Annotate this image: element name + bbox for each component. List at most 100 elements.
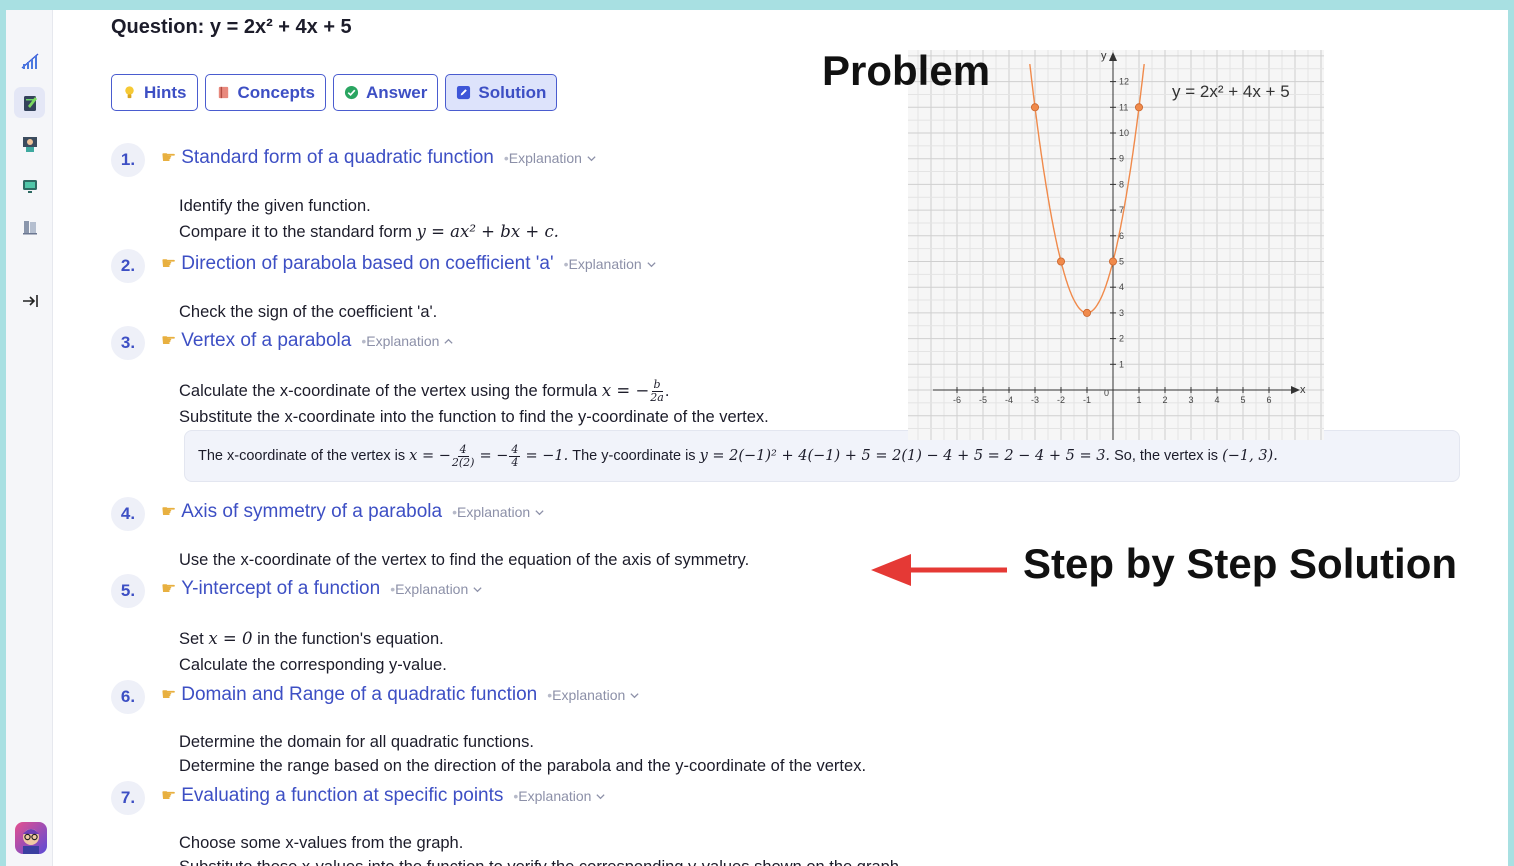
fraction: 44: [509, 442, 521, 469]
tab-solution[interactable]: Solution: [445, 74, 558, 111]
y-axis-label: y: [1101, 50, 1107, 62]
step-header[interactable]: ☛ Domain and Range of a quadratic functi…: [161, 684, 640, 706]
pointing-hand-icon: ☛: [161, 786, 177, 805]
step-title: Y-intercept of a function: [181, 578, 381, 599]
step-number: 5.: [111, 574, 145, 608]
step-number: 7.: [111, 781, 145, 815]
tick-label: 10: [1119, 128, 1129, 138]
data-point: [1082, 308, 1091, 317]
tab-answer[interactable]: Answer: [332, 74, 439, 111]
tab-concepts[interactable]: Concepts: [204, 74, 326, 111]
step-number: 6.: [111, 680, 145, 714]
question-title: Question: y = 2x² + 4x + 5: [111, 16, 352, 38]
tick-label: 3: [1119, 308, 1124, 318]
tick-label: 5: [1119, 257, 1124, 267]
function-graph: x y -6 -5 -4 -3 -2 -1 0 1 2 3 4 5 6 1 2 3 4 5 6 7 8 9 10 11 12 y = …: [908, 50, 1324, 440]
step-body: Choose some x-values from the graph. Sub…: [179, 834, 904, 866]
pointing-hand-icon: ☛: [161, 331, 177, 350]
explanation-toggle[interactable]: •Explanation: [513, 788, 606, 804]
fraction: 4 2(2): [451, 442, 475, 469]
y-axis-arrow: [1109, 52, 1117, 61]
tick-label: 5: [1240, 395, 1245, 405]
tick-label: 6: [1266, 395, 1271, 405]
tick-label: 1: [1119, 359, 1124, 369]
tick-label: -2: [1057, 395, 1065, 405]
tick-label: 8: [1119, 179, 1124, 189]
step-header[interactable]: ☛ Vertex of a parabola •Explanation: [161, 330, 454, 352]
tick-label: 12: [1119, 77, 1129, 87]
solution-tabs: Hints Concepts Answer Solution: [111, 74, 558, 111]
step-body: Calculate the x-coordinate of the vertex…: [179, 378, 769, 427]
pointing-hand-icon: ☛: [161, 579, 177, 598]
tick-label: 4: [1214, 395, 1219, 405]
chevron-down-icon: [587, 156, 596, 162]
graph-svg: xy-6 -5 -4 -3 -2 -101 2 3 4 5 6123456789101112y = …: [908, 50, 1324, 440]
chevron-down-icon: [647, 262, 656, 268]
step-body: Check the sign of the coefficient 'a'.: [179, 303, 438, 321]
notebook-icon[interactable]: [14, 87, 45, 118]
book-icon: [216, 85, 231, 100]
chevron-down-icon: [596, 794, 606, 800]
step-number: 1.: [111, 143, 145, 177]
data-point: [1108, 257, 1117, 266]
step-header[interactable]: ☛ Evaluating a function at specific poin…: [161, 785, 606, 807]
step-title: Standard form of a quadratic function: [181, 147, 494, 168]
pointing-hand-icon: ☛: [161, 502, 177, 521]
collapse-sidebar-icon[interactable]: [14, 285, 45, 316]
user-avatar[interactable]: [15, 822, 47, 854]
graph-title: y = 2x² + 4x + 5: [1172, 82, 1290, 101]
tick-label: 9: [1119, 154, 1124, 164]
main-content: Question: y = 2x² + 4x + 5 Hints Concept…: [111, 10, 1508, 866]
data-point: [1031, 103, 1040, 112]
step-header[interactable]: ☛ Axis of symmetry of a parabola •Explan…: [161, 501, 545, 523]
step-body: Identify the given function. Compare it …: [179, 197, 559, 241]
step-body: Determine the domain for all quadratic f…: [179, 733, 867, 775]
solution-annotation: Step by Step Solution: [1023, 540, 1458, 587]
chevron-down-icon: [630, 693, 639, 699]
step-title: Vertex of a parabola: [181, 330, 352, 351]
step-title: Evaluating a function at specific points: [181, 785, 504, 806]
tick-label: -5: [979, 395, 987, 405]
chevron-down-icon: [473, 587, 482, 593]
pointing-hand-icon: ☛: [161, 148, 177, 167]
step-body: Use the x-coordinate of the vertex to fi…: [179, 551, 750, 569]
step-title: Axis of symmetry of a parabola: [181, 501, 443, 522]
left-arrow-icon: [871, 554, 1007, 586]
explanation-toggle[interactable]: •Explanation: [564, 256, 657, 272]
chevron-up-icon: [444, 338, 454, 344]
problem-annotation: Problem: [822, 47, 991, 94]
tab-hints[interactable]: Hints: [111, 74, 198, 111]
tick-label: 2: [1119, 334, 1124, 344]
library-icon[interactable]: [14, 211, 45, 242]
tick-label: -1: [1083, 395, 1091, 405]
tick-label: -3: [1031, 395, 1039, 405]
tick-label: 2: [1162, 395, 1167, 405]
step-number: 2.: [111, 249, 145, 283]
tick-label: 0: [1104, 388, 1109, 398]
chart-icon[interactable]: [14, 45, 45, 76]
tick-label: 11: [1119, 102, 1128, 112]
explanation-toggle[interactable]: •Explanation: [452, 504, 545, 520]
chevron-down-icon: [535, 510, 544, 516]
explanation-toggle[interactable]: •Explanation: [361, 333, 454, 349]
explanation-toggle[interactable]: •Explanation: [547, 687, 640, 703]
tutor-icon[interactable]: [14, 128, 45, 159]
step-title: Domain and Range of a quadratic function: [181, 684, 538, 705]
tick-label: 1: [1136, 395, 1141, 405]
edit-square-icon: [456, 85, 471, 100]
step-number: 3.: [111, 326, 145, 360]
screen-icon[interactable]: [14, 170, 45, 201]
explanation-toggle[interactable]: •Explanation: [504, 150, 597, 166]
app-window: Question: y = 2x² + 4x + 5 Hints Concept…: [6, 10, 1508, 866]
explanation-toggle[interactable]: •Explanation: [390, 581, 483, 597]
check-circle-icon: [344, 85, 359, 100]
sidebar: [6, 10, 53, 866]
formula: y = ax² + bx + c.: [416, 222, 559, 241]
formula: x = 0: [208, 629, 253, 648]
step-header[interactable]: ☛ Y-intercept of a function •Explanation: [161, 578, 483, 600]
tick-label: 4: [1119, 282, 1124, 292]
step-header[interactable]: ☛ Standard form of a quadratic function …: [161, 147, 597, 169]
step-header[interactable]: ☛ Direction of parabola based on coeffic…: [161, 253, 657, 275]
step-body: Set x = 0 in the function's equation. Ca…: [179, 629, 447, 674]
data-point: [1056, 257, 1065, 266]
